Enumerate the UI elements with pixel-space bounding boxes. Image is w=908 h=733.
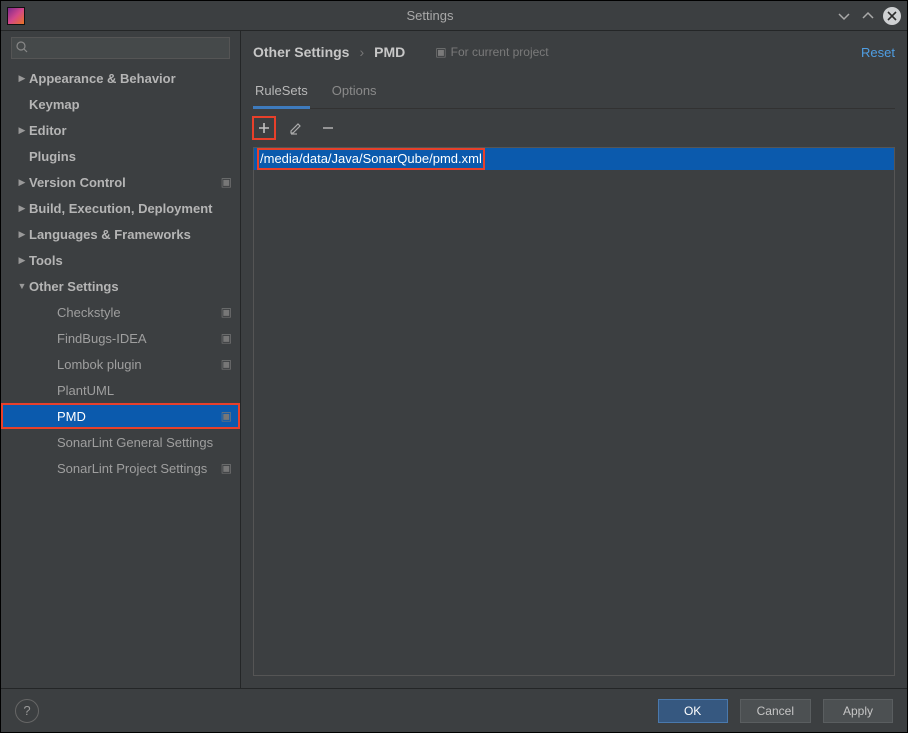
maximize-button[interactable] <box>859 7 877 25</box>
search-field[interactable] <box>11 37 230 59</box>
tree-item-sonarlint-general[interactable]: SonarLint General Settings <box>1 429 240 455</box>
reset-link[interactable]: Reset <box>861 45 895 60</box>
ruleset-path: /media/data/Java/SonarQube/pmd.xml <box>258 149 484 169</box>
minus-icon <box>322 122 334 134</box>
tabs: RuleSets Options <box>253 79 895 109</box>
tree-item-version-control[interactable]: Version Control▣ <box>1 169 240 195</box>
project-scope-note: ▣ For current project <box>435 45 548 59</box>
settings-content: Other Settings › PMD ▣ For current proje… <box>241 31 907 688</box>
window-title: Settings <box>25 8 835 23</box>
project-badge-icon: ▣ <box>221 461 232 475</box>
project-badge-icon: ▣ <box>221 357 232 371</box>
plus-icon <box>258 122 270 134</box>
tree-item-keymap[interactable]: Keymap <box>1 91 240 117</box>
tree-item-plugins[interactable]: Plugins <box>1 143 240 169</box>
breadcrumb-current: PMD <box>374 44 405 60</box>
pencil-icon <box>289 121 303 135</box>
tree-item-appearance[interactable]: Appearance & Behavior <box>1 65 240 91</box>
project-badge-icon: ▣ <box>221 409 232 423</box>
rulesets-toolbar <box>253 117 895 139</box>
add-button[interactable] <box>253 117 275 139</box>
rulesets-list[interactable]: /media/data/Java/SonarQube/pmd.xml <box>253 147 895 676</box>
settings-sidebar: Appearance & Behavior Keymap Editor Plug… <box>1 31 241 688</box>
project-badge-icon: ▣ <box>221 305 232 319</box>
cancel-button[interactable]: Cancel <box>740 699 811 723</box>
project-badge-icon: ▣ <box>435 45 446 59</box>
tree-item-findbugs[interactable]: FindBugs-IDEA▣ <box>1 325 240 351</box>
tree-item-build[interactable]: Build, Execution, Deployment <box>1 195 240 221</box>
project-badge-icon: ▣ <box>221 175 232 189</box>
tree-item-pmd[interactable]: PMD▣ <box>1 403 240 429</box>
breadcrumb-separator-icon: › <box>359 44 364 60</box>
search-input[interactable] <box>11 37 230 59</box>
apply-button[interactable]: Apply <box>823 699 893 723</box>
tree-item-tools[interactable]: Tools <box>1 247 240 273</box>
project-badge-icon: ▣ <box>221 331 232 345</box>
edit-button[interactable] <box>285 117 307 139</box>
breadcrumb: Other Settings › PMD <box>253 44 405 60</box>
tab-options[interactable]: Options <box>330 79 379 108</box>
app-icon <box>7 7 25 25</box>
dialog-footer: ? OK Cancel Apply <box>1 688 907 732</box>
tree-item-checkstyle[interactable]: Checkstyle▣ <box>1 299 240 325</box>
ok-button[interactable]: OK <box>658 699 728 723</box>
search-icon <box>15 40 29 54</box>
breadcrumb-root: Other Settings <box>253 44 349 60</box>
close-button[interactable] <box>883 7 901 25</box>
tab-rulesets[interactable]: RuleSets <box>253 79 310 109</box>
ruleset-row[interactable]: /media/data/Java/SonarQube/pmd.xml <box>254 148 894 170</box>
tree-item-other-settings[interactable]: Other Settings <box>1 273 240 299</box>
tree-item-sonarlint-project[interactable]: SonarLint Project Settings▣ <box>1 455 240 481</box>
remove-button[interactable] <box>317 117 339 139</box>
tree-item-editor[interactable]: Editor <box>1 117 240 143</box>
minimize-button[interactable] <box>835 7 853 25</box>
tree-item-plantuml[interactable]: PlantUML <box>1 377 240 403</box>
tree-item-lombok[interactable]: Lombok plugin▣ <box>1 351 240 377</box>
help-button[interactable]: ? <box>15 699 39 723</box>
tree-item-languages[interactable]: Languages & Frameworks <box>1 221 240 247</box>
title-bar: Settings <box>1 1 907 31</box>
settings-tree: Appearance & Behavior Keymap Editor Plug… <box>1 65 240 481</box>
